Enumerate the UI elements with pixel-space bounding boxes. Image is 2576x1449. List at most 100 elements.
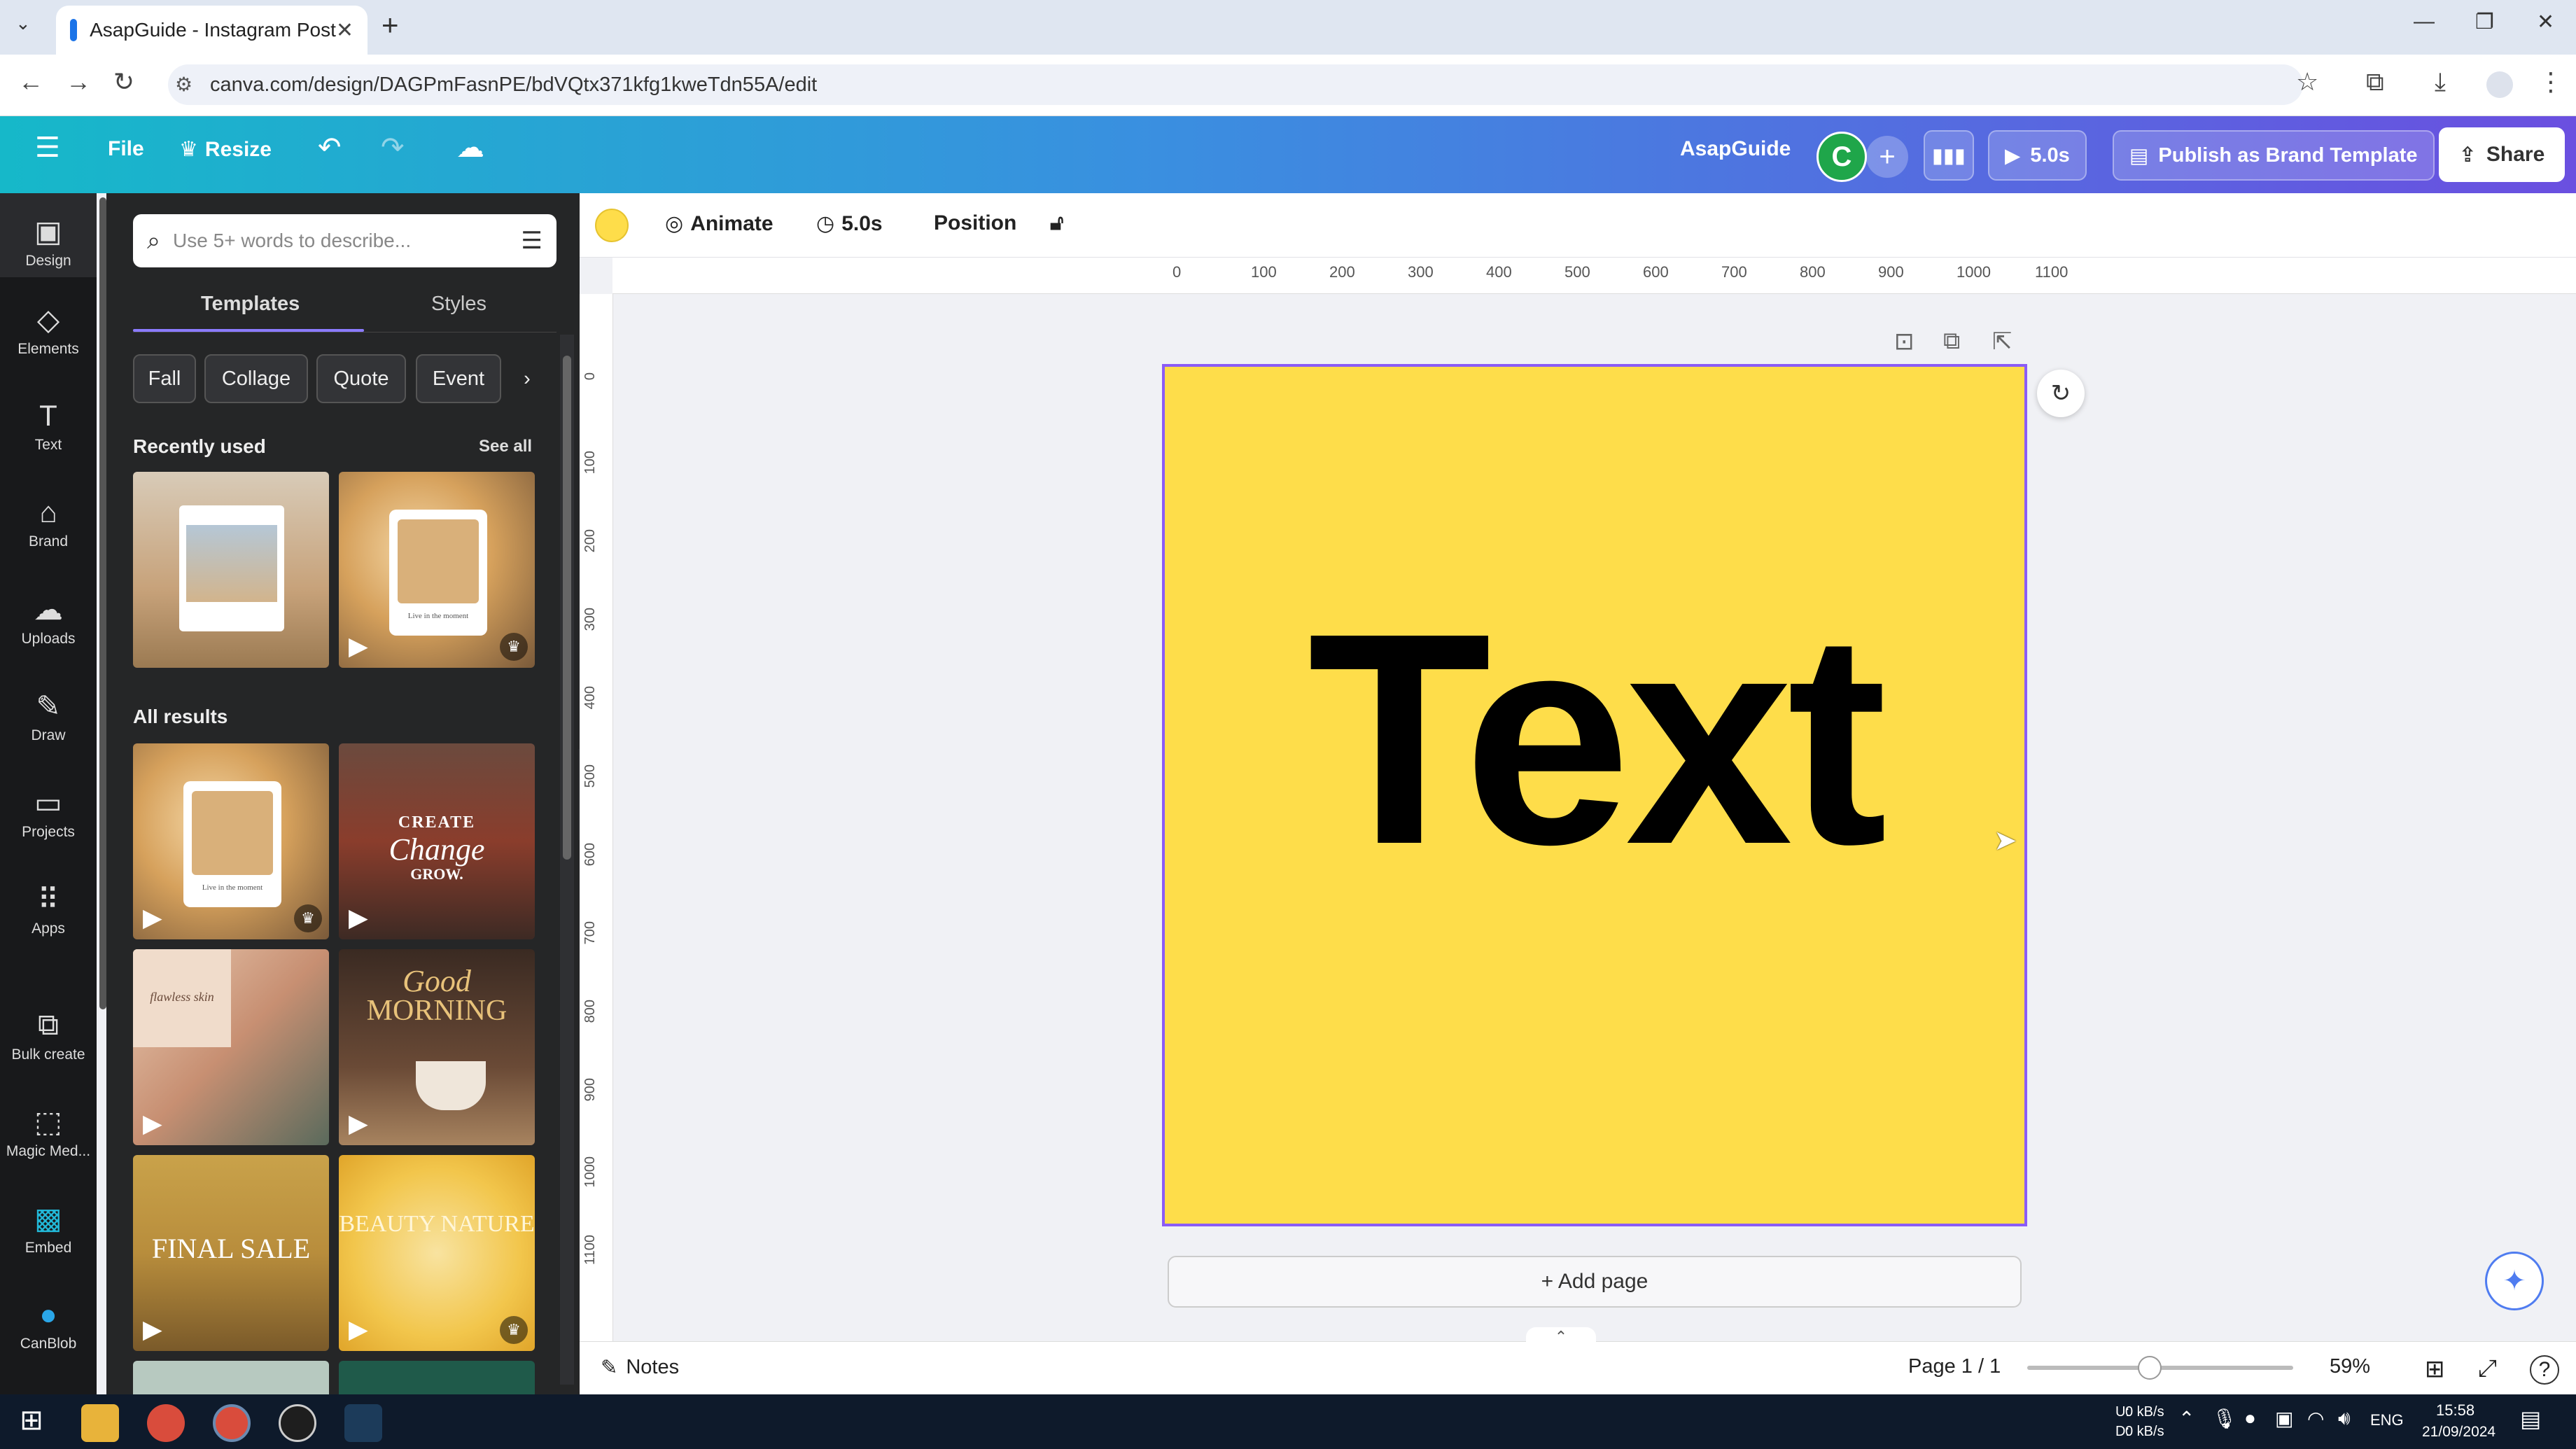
microphone-icon[interactable]: 🎙︎ xyxy=(2212,1407,2237,1430)
browser-tab[interactable]: AsapGuide - Instagram Post ✕ xyxy=(56,6,368,55)
zoom-slider-thumb[interactable] xyxy=(2138,1356,2162,1380)
restore-icon[interactable]: ❐ xyxy=(2475,10,2494,34)
template-thumb[interactable]: Good MORNING ▶ xyxy=(339,949,535,1145)
rail-item-design[interactable]: ▣ Design xyxy=(0,193,97,277)
extensions-icon[interactable]: ⧉ xyxy=(2366,67,2384,97)
rail-item-apps[interactable]: ⠿ Apps xyxy=(0,882,97,937)
fullscreen-icon[interactable]: ⤢ xyxy=(2478,1355,2497,1382)
share-button[interactable]: ⇪ Share xyxy=(2439,127,2565,182)
app-icon[interactable] xyxy=(344,1404,382,1442)
rail-item-bulk-create[interactable]: ⧉ Bulk create xyxy=(0,1008,97,1063)
back-arrow-icon[interactable]: ← xyxy=(18,67,43,97)
page-text-element[interactable]: Text xyxy=(1308,566,1887,912)
background-color-swatch[interactable] xyxy=(595,209,629,242)
redo-icon[interactable]: ↷ xyxy=(381,132,405,164)
undo-icon[interactable]: ↶ xyxy=(318,132,342,164)
grid-view-icon[interactable]: ⊞ xyxy=(2425,1355,2445,1383)
clock-date[interactable]: 21/09/2024 xyxy=(2422,1424,2496,1441)
invite-plus-icon[interactable]: + xyxy=(1866,136,1908,178)
tray-chevron-icon[interactable]: ⌃ xyxy=(2178,1407,2194,1430)
add-page-icon[interactable]: ⇱ xyxy=(1992,328,2012,356)
filter-sliders-icon[interactable]: ☰ xyxy=(522,227,542,255)
see-all-link[interactable]: See all xyxy=(479,437,532,456)
language-indicator[interactable]: ENG xyxy=(2370,1411,2404,1429)
rail-item-canblob[interactable]: ● CanBlob xyxy=(0,1298,97,1352)
rail-item-projects[interactable]: ▭ Projects xyxy=(0,785,97,841)
tray-app2-icon[interactable]: ▣ xyxy=(2275,1407,2293,1430)
tab-search-chevron-icon[interactable]: ⌄ xyxy=(15,13,31,34)
duration-button[interactable]: ◷ 5.0s xyxy=(816,211,883,236)
close-window-icon[interactable]: ✕ xyxy=(2537,10,2554,34)
brand-kit-name[interactable]: AsapGuide xyxy=(1680,137,1791,161)
lock-icon[interactable]: 🔓︎ xyxy=(1050,211,1063,235)
rail-scrollbar[interactable] xyxy=(99,197,106,1009)
notes-button[interactable]: ✎ Notes xyxy=(601,1355,679,1380)
tab-styles[interactable]: Styles xyxy=(431,293,486,316)
template-thumb[interactable] xyxy=(339,1361,535,1394)
site-settings-icon[interactable]: ⚙ xyxy=(175,73,192,96)
rail-item-magic-media[interactable]: ⬚ Magic Med... xyxy=(0,1105,97,1160)
help-icon[interactable]: ? xyxy=(2530,1355,2559,1385)
rail-item-elements[interactable]: ◇ Elements xyxy=(0,302,97,358)
file-menu-button[interactable]: File xyxy=(108,137,144,161)
forward-arrow-icon[interactable]: → xyxy=(66,67,91,97)
chip-collage[interactable]: Collage xyxy=(204,354,308,403)
template-thumb[interactable]: Live in the moment ▶ ♛ xyxy=(133,743,329,939)
page-indicator[interactable]: Page 1 / 1 xyxy=(1908,1355,2001,1378)
new-tab-plus-icon[interactable]: + xyxy=(382,8,399,42)
panel-scroll-thumb[interactable] xyxy=(563,356,571,860)
show-pages-chevron-icon[interactable]: ⌃ xyxy=(1526,1327,1596,1347)
refresh-comment-icon[interactable]: ↻ xyxy=(2037,370,2085,417)
chips-next-chevron-icon[interactable]: › xyxy=(510,354,545,403)
volume-icon[interactable]: 🔊︎ xyxy=(2338,1407,2351,1430)
template-thumb[interactable]: FINAL SALE ▶ xyxy=(133,1155,329,1351)
windows-start-icon[interactable]: ⊞ xyxy=(13,1404,50,1442)
design-page[interactable]: Text xyxy=(1162,364,2027,1226)
template-thumb[interactable] xyxy=(133,1361,329,1394)
bookmark-star-icon[interactable]: ☆ xyxy=(2296,67,2318,97)
zoom-level[interactable]: 59% xyxy=(2330,1355,2370,1378)
profile-avatar[interactable] xyxy=(2486,71,2513,98)
lock-page-icon[interactable]: ⊡ xyxy=(1894,328,1914,356)
chrome-icon[interactable] xyxy=(147,1404,185,1442)
url-bar[interactable]: canva.com/design/DAGPmFasnPE/bdVQtx371kf… xyxy=(168,64,2303,105)
duplicate-page-icon[interactable]: ⧉ xyxy=(1943,328,1960,355)
browser-menu-icon[interactable]: ⋮ xyxy=(2538,67,2563,97)
user-avatar[interactable]: C xyxy=(1816,132,1867,182)
rail-item-brand[interactable]: ⌂ Brand xyxy=(0,496,97,550)
panel-scrollbar[interactable] xyxy=(560,335,574,1385)
main-menu-icon[interactable]: ☰ xyxy=(35,132,60,164)
add-page-button[interactable]: + Add page xyxy=(1168,1256,2022,1308)
animate-button[interactable]: ◎ Animate xyxy=(665,211,774,236)
rail-item-uploads[interactable]: ☁ Uploads xyxy=(0,592,97,648)
minimize-icon[interactable]: — xyxy=(2414,10,2435,34)
resize-button[interactable]: ♛ Resize xyxy=(179,137,272,162)
publish-brand-template-button[interactable]: ▤ Publish as Brand Template xyxy=(2113,130,2435,181)
chip-quote[interactable]: Quote xyxy=(316,354,406,403)
template-thumb[interactable]: CREATE Change GROW. ▶ xyxy=(339,743,535,939)
tray-app-icon[interactable]: ● xyxy=(2244,1407,2256,1429)
chrome-active-icon[interactable] xyxy=(213,1404,251,1442)
rail-item-draw[interactable]: ✎ Draw xyxy=(0,689,97,744)
clock-time[interactable]: 15:58 xyxy=(2436,1401,2474,1420)
tab-templates[interactable]: Templates xyxy=(201,293,300,316)
template-thumb[interactable]: flawless skin ▶ xyxy=(133,949,329,1145)
cloud-save-icon[interactable]: ☁ xyxy=(456,132,484,164)
template-thumb[interactable]: Live in the moment ▶ ♛ xyxy=(339,472,535,668)
download-icon[interactable]: ⤓ xyxy=(2435,67,2446,97)
rail-item-embed[interactable]: ▩ Embed xyxy=(0,1201,97,1256)
template-thumb[interactable]: BEAUTY NATURE ▶ ♛ xyxy=(339,1155,535,1351)
rail-item-text[interactable]: T Text xyxy=(0,399,97,454)
close-tab-icon[interactable]: ✕ xyxy=(336,18,354,43)
present-play-button[interactable]: ▶ 5.0s xyxy=(1988,130,2087,181)
recorder-icon[interactable] xyxy=(279,1404,316,1442)
wifi-icon[interactable]: ◠ xyxy=(2307,1407,2324,1430)
template-thumb[interactable] xyxy=(133,472,329,668)
position-button[interactable]: Position xyxy=(934,211,1016,235)
file-explorer-icon[interactable] xyxy=(81,1404,119,1442)
chip-fall[interactable]: Fall xyxy=(133,354,196,403)
reload-icon[interactable]: ↻ xyxy=(113,67,134,97)
chip-event[interactable]: Event xyxy=(416,354,501,403)
magic-sparkle-icon[interactable]: ✦ xyxy=(2485,1252,2544,1310)
template-search-input[interactable]: ⌕ Use 5+ words to describe... ☰ xyxy=(133,214,556,267)
